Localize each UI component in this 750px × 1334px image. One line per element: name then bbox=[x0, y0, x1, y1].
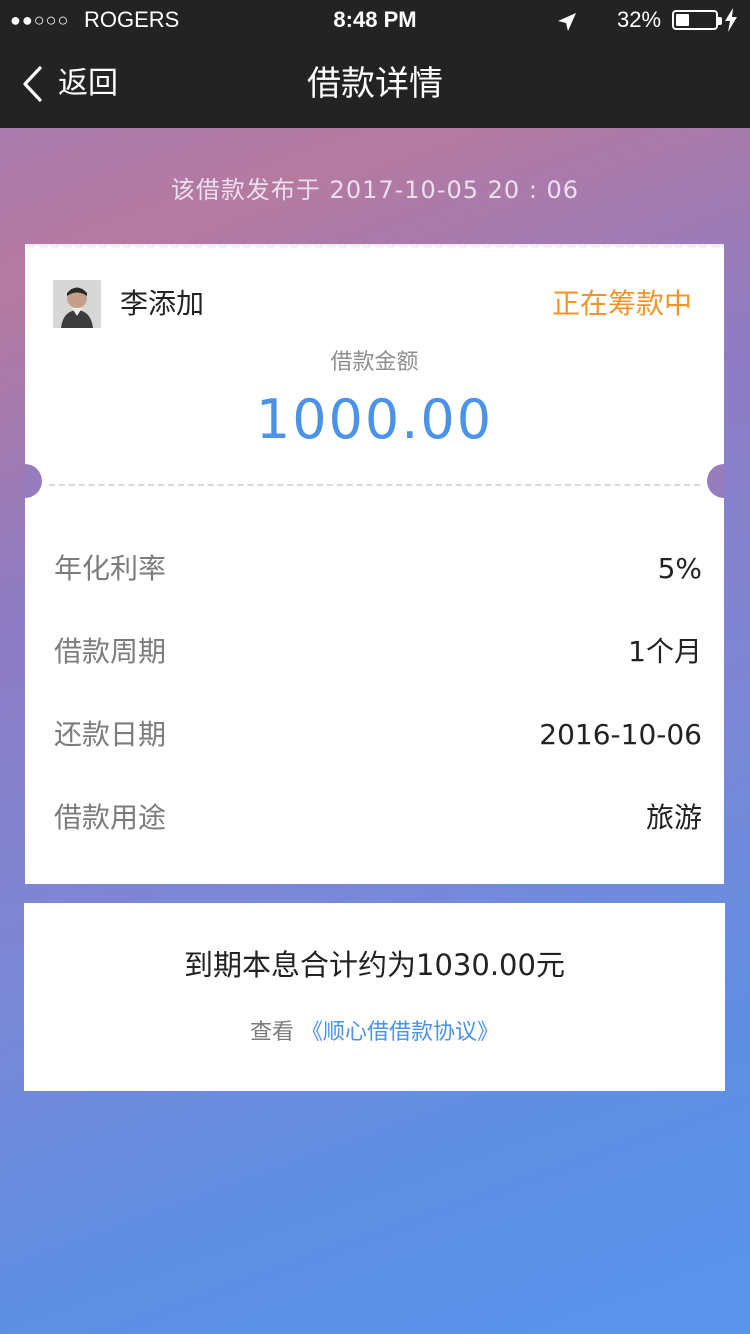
charging-bolt-icon bbox=[725, 8, 737, 32]
agreement-line: 查看 《顺心借借款协议》 bbox=[24, 1016, 725, 1050]
agreement-prefix: 查看 bbox=[249, 1020, 294, 1045]
annual-rate-value: 5% bbox=[657, 552, 702, 585]
loan-term-value: 1个月 bbox=[628, 635, 702, 668]
publish-time-text: 该借款发布于 2017-10-05 20 : 06 bbox=[170, 176, 580, 204]
loan-amount-label: 借款金额 bbox=[330, 350, 419, 375]
loan-amount-value: 1000.00 bbox=[255, 388, 494, 451]
ticket-left-notch bbox=[25, 464, 42, 498]
repayment-date-label: 还款日期 bbox=[54, 718, 167, 751]
battery-percentage: 32% bbox=[617, 7, 662, 32]
borrower-avatar bbox=[53, 280, 101, 328]
ticket-right-notch bbox=[707, 464, 724, 498]
fundraising-status: 正在筹款中 bbox=[551, 287, 692, 320]
detail-row-repayment-date: 还款日期 2016-10-06 bbox=[54, 710, 702, 760]
location-arrow-icon bbox=[558, 13, 576, 31]
repayment-date-value: 2016-10-06 bbox=[539, 718, 702, 751]
avatar-photo bbox=[53, 280, 101, 328]
total-repayment-text: 到期本息合计约为1030.00元 bbox=[184, 948, 565, 982]
detail-row-loan-term: 借款周期 1个月 bbox=[54, 627, 702, 677]
detail-row-annual-rate: 年化利率 5% bbox=[54, 544, 702, 594]
navigation-bar: 返回 借款详情 bbox=[0, 40, 750, 128]
page-title: 借款详情 bbox=[307, 64, 443, 104]
annual-rate-label: 年化利率 bbox=[54, 552, 167, 585]
ticket-zigzag-edge bbox=[25, 244, 724, 252]
battery-icon bbox=[672, 10, 722, 30]
status-bar: ●●○○○ ROGERS 8:48 PM 32% bbox=[0, 0, 750, 40]
ticket-divider bbox=[49, 484, 700, 486]
loan-purpose-value: 旅游 bbox=[645, 801, 702, 834]
borrower-name: 李添加 bbox=[120, 287, 205, 320]
loan-ticket-card: 李添加 正在筹款中 借款金额 1000.00 年化利率 5% 借款周期 1个月 … bbox=[25, 244, 724, 884]
loan-term-label: 借款周期 bbox=[54, 635, 167, 668]
loan-agreement-link[interactable]: 《顺心借借款协议》 bbox=[301, 1020, 499, 1045]
top-bar: ●●○○○ ROGERS 8:48 PM 32% 返回 借款详情 bbox=[0, 0, 750, 128]
loan-purpose-label: 借款用途 bbox=[54, 801, 167, 834]
detail-row-loan-purpose: 借款用途 旅游 bbox=[54, 793, 702, 843]
summary-card: 到期本息合计约为1030.00元 查看 《顺心借借款协议》 bbox=[24, 903, 725, 1091]
